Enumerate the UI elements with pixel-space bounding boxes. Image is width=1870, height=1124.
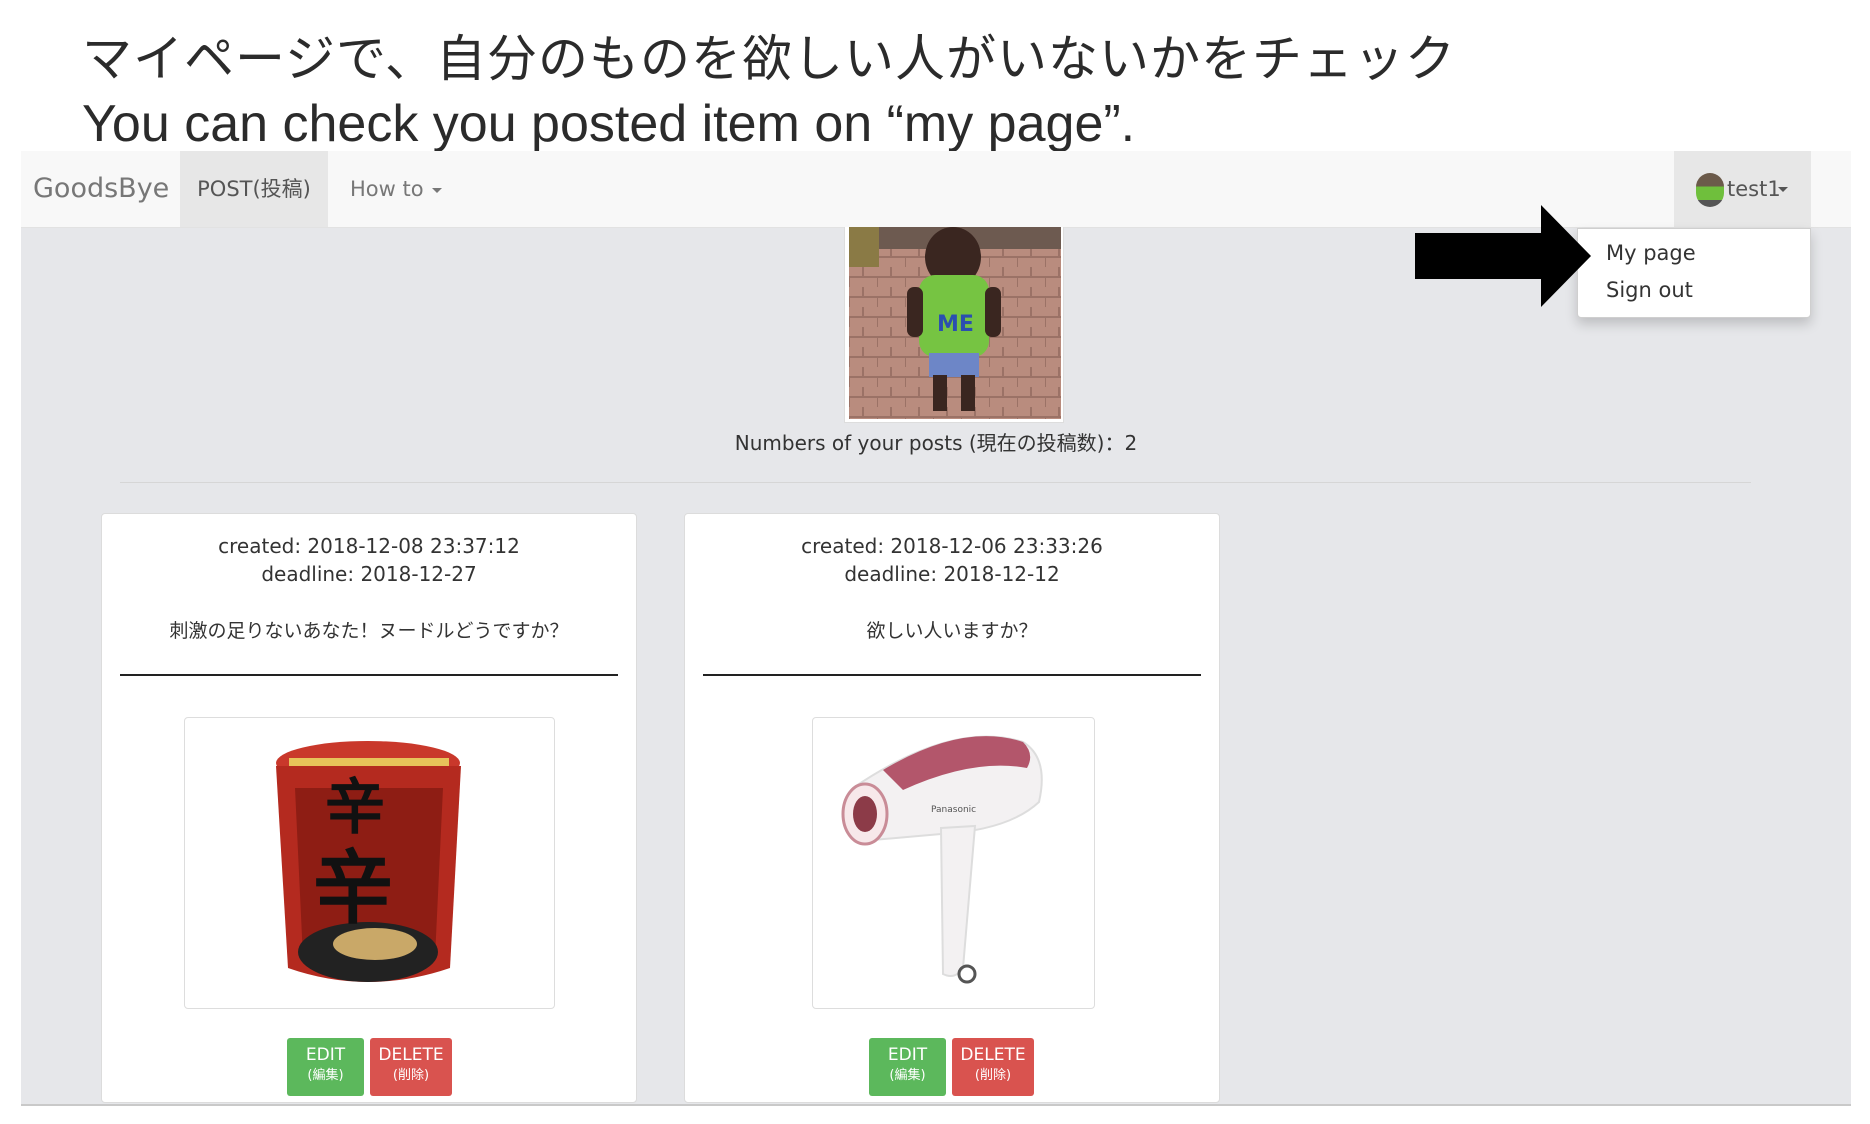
edit-button[interactable]: EDIT (編集)	[869, 1038, 946, 1096]
edit-sublabel: (編集)	[307, 1068, 344, 1083]
delete-sublabel: (削除)	[974, 1068, 1012, 1083]
app-screenshot: GoodsBye POST(投稿) How to test1 ME Number…	[21, 151, 1851, 1104]
post-created: created: 2018-12-06 23:33:26	[801, 534, 1103, 558]
caption-english: You can check you posted item on “my pag…	[82, 95, 1136, 153]
svg-text:辛: 辛	[325, 773, 385, 843]
post-deadline: deadline: 2018-12-12	[844, 562, 1060, 586]
edit-label: EDIT	[887, 1045, 928, 1065]
delete-sublabel: (削除)	[392, 1068, 430, 1083]
post-card: created: 2018-12-06 23:33:26 deadline: 2…	[684, 513, 1220, 1103]
post-image[interactable]: 辛 辛	[184, 717, 555, 1009]
edit-sublabel: (編集)	[889, 1068, 926, 1083]
svg-text:Panasonic: Panasonic	[931, 805, 976, 815]
post-created: created: 2018-12-08 23:37:12	[218, 534, 520, 558]
post-deadline: deadline: 2018-12-27	[261, 562, 477, 586]
post-image[interactable]: Panasonic	[812, 717, 1095, 1009]
divider	[120, 482, 1751, 483]
ramen-cup-image: 辛 辛	[267, 724, 473, 1004]
arrow-right-icon	[1415, 205, 1591, 307]
svg-text:ME: ME	[937, 312, 974, 337]
brand-link[interactable]: GoodsBye	[33, 151, 169, 227]
delete-label: DELETE	[960, 1045, 1026, 1065]
hair-dryer-image: Panasonic	[841, 735, 1043, 984]
delete-button[interactable]: DELETE (削除)	[952, 1038, 1034, 1096]
slide-caption: マイページで、自分のものを欲しい人がいないかをチェック You can chec…	[82, 28, 1456, 156]
user-name: test1	[1727, 177, 1781, 201]
divider	[120, 674, 618, 676]
caption-japanese: マイページで、自分のものを欲しい人がいないかをチェック	[82, 30, 1456, 88]
nav-howto-dropdown[interactable]: How to	[350, 151, 442, 227]
avatar	[1696, 173, 1724, 207]
user-dropdown-menu: My page Sign out	[1577, 228, 1811, 318]
edit-label: EDIT	[305, 1045, 346, 1065]
delete-label: DELETE	[378, 1045, 444, 1065]
profile-photo: ME	[844, 227, 1064, 423]
menu-item-sign-out[interactable]: Sign out	[1606, 278, 1693, 302]
nav-howto-label: How to	[350, 177, 424, 201]
delete-button[interactable]: DELETE (削除)	[370, 1038, 452, 1096]
svg-text:辛: 辛	[313, 842, 393, 935]
menu-item-my-page[interactable]: My page	[1606, 241, 1696, 265]
post-message: 刺激の足りないあなた！ヌードルどうですか？	[169, 620, 569, 642]
post-count: Numbers of your posts (現在の投稿数)：2	[734, 431, 1138, 455]
post-card: created: 2018-12-08 23:37:12 deadline: 2…	[101, 513, 637, 1103]
chevron-down-icon	[431, 187, 442, 193]
divider	[21, 1104, 1851, 1106]
nav-post-link[interactable]: POST(投稿)	[180, 151, 328, 227]
user-menu-toggle[interactable]: test1	[1674, 151, 1811, 227]
post-message: 欲しい人いますか？	[866, 620, 1038, 642]
edit-button[interactable]: EDIT (編集)	[287, 1038, 364, 1096]
chevron-down-icon	[1778, 187, 1788, 192]
divider	[703, 674, 1201, 676]
